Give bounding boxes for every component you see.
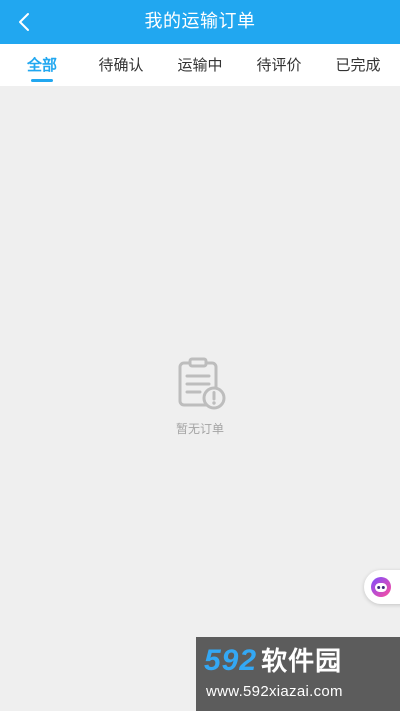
- tab-label: 待确认: [98, 56, 144, 74]
- watermark-url: www.592xiazai.com: [206, 683, 343, 700]
- tab-label: 运输中: [177, 56, 223, 74]
- page-title: 我的运输订单: [144, 11, 256, 32]
- tab-label: 待评价: [256, 56, 302, 74]
- tab-completed[interactable]: 已完成: [332, 44, 384, 86]
- tab-label: 全部: [26, 56, 57, 74]
- empty-state-text: 暂无订单: [175, 422, 224, 436]
- tab-in-transit[interactable]: 运输中: [174, 44, 226, 86]
- watermark-brand: 592 软件园: [204, 641, 342, 678]
- floating-assistant-button[interactable]: [364, 570, 400, 604]
- active-tab-indicator: [31, 79, 53, 82]
- robot-face-icon: [371, 577, 391, 597]
- tab-pending-review[interactable]: 待评价: [253, 44, 305, 86]
- tab-label: 已完成: [335, 56, 381, 74]
- watermark-brand-number: 592: [204, 644, 258, 677]
- app-bar: 我的运输订单: [0, 0, 400, 44]
- order-status-tabs: 全部 待确认 运输中 待评价 已完成: [0, 44, 400, 86]
- tab-all[interactable]: 全部: [16, 44, 68, 86]
- clipboard-alert-icon: [178, 357, 226, 410]
- site-watermark: 592 软件园 www.592xiazai.com: [196, 637, 400, 711]
- watermark-brand-text: 软件园: [261, 647, 343, 677]
- tab-pending-confirmation[interactable]: 待确认: [95, 44, 147, 86]
- empty-state: 暂无订单: [0, 356, 400, 437]
